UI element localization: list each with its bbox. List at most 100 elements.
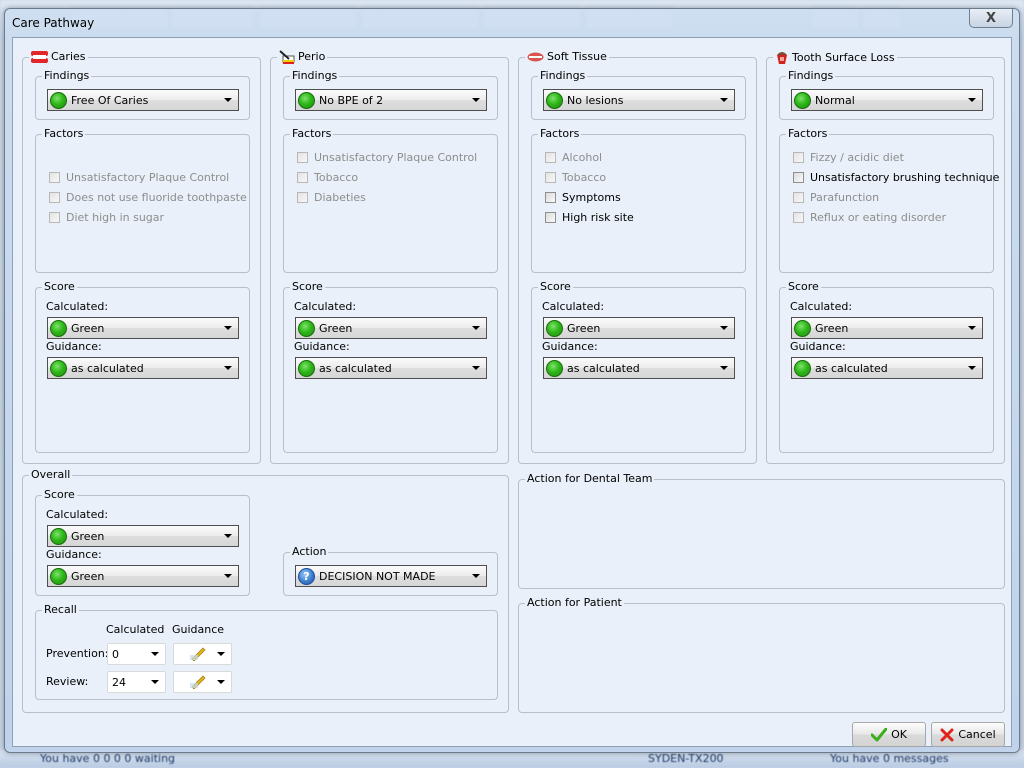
action-patient-group[interactable]: Action for Patient xyxy=(518,596,1005,713)
dropdown-value: Green xyxy=(71,529,105,543)
dialog-title: Care Pathway xyxy=(12,16,95,30)
status-waiting: You have 0 0 0 0 waiting xyxy=(40,752,176,765)
checkbox-box[interactable] xyxy=(793,172,804,183)
guidance-label: Guidance: xyxy=(294,340,350,353)
score-label: Score xyxy=(786,280,821,294)
action-dental-team-group[interactable]: Action for Dental Team xyxy=(518,472,1005,589)
overall-score-group: Score Calculated: Green Guidance: Green xyxy=(35,488,250,596)
prevention-guidance-dropdown[interactable] xyxy=(173,643,232,665)
soft-tissue-calculated-dropdown[interactable]: Green xyxy=(543,317,735,339)
overall-action-dropdown[interactable]: ? DECISION NOT MADE xyxy=(295,565,487,587)
soft-tissue-title: Soft Tissue xyxy=(547,50,607,63)
status-messages: You have 0 messages xyxy=(830,752,949,765)
perio-calculated-dropdown[interactable]: Green xyxy=(295,317,487,339)
factor-checkbox[interactable]: Reflux or eating disorder xyxy=(793,211,946,224)
calculated-label: Calculated: xyxy=(542,300,605,313)
pencil-icon xyxy=(178,647,217,661)
chevron-down-icon xyxy=(720,98,728,102)
green-status-icon xyxy=(298,359,315,377)
overall-section: Overall Score Calculated: Green Guidance… xyxy=(22,468,509,713)
overall-calculated-dropdown[interactable]: Green xyxy=(47,525,239,547)
review-calculated-dropdown[interactable]: 24 xyxy=(107,671,166,693)
factor-checkbox[interactable]: Fizzy / acidic diet xyxy=(793,151,904,164)
dropdown-value: as calculated xyxy=(319,361,392,375)
checkbox-box[interactable] xyxy=(49,212,60,223)
recall-group: Recall Calculated Guidance Prevention: 0… xyxy=(35,603,498,700)
checkbox-box[interactable] xyxy=(793,152,804,163)
tsl-calculated-dropdown[interactable]: Green xyxy=(791,317,983,339)
perio-factors-group: Factors Unsatisfactory Plaque Control To… xyxy=(283,127,498,273)
close-button[interactable]: X xyxy=(969,9,1013,28)
tsl-guidance-dropdown[interactable]: as calculated xyxy=(791,357,983,379)
chevron-down-icon xyxy=(224,326,232,330)
chevron-down-icon xyxy=(151,652,159,656)
caries-guidance-dropdown[interactable]: as calculated xyxy=(47,357,239,379)
tsl-findings-dropdown[interactable]: Normal xyxy=(791,89,983,111)
perio-findings-dropdown[interactable]: No BPE of 2 xyxy=(295,89,487,111)
checkbox-box[interactable] xyxy=(545,152,556,163)
caries-title: Caries xyxy=(51,50,86,63)
factors-label: Factors xyxy=(786,127,830,141)
review-guidance-dropdown[interactable] xyxy=(173,671,232,693)
green-status-icon xyxy=(794,319,811,337)
cancel-button[interactable]: Cancel xyxy=(931,722,1005,747)
chevron-down-icon xyxy=(472,98,480,102)
factor-checkbox[interactable]: Alcohol xyxy=(545,151,602,164)
dialog-titlebar[interactable]: Care Pathway X xyxy=(5,9,1019,37)
action-dental-team-text[interactable] xyxy=(523,490,1000,584)
cancel-x-icon xyxy=(940,728,954,741)
checkbox-box[interactable] xyxy=(793,212,804,223)
chevron-down-icon xyxy=(472,574,480,578)
soft-tissue-factors-group: Factors Alcohol Tobacco Symptoms High ri… xyxy=(531,127,746,273)
checkbox-box[interactable] xyxy=(793,192,804,203)
overall-guidance-dropdown[interactable]: Green xyxy=(47,565,239,587)
chevron-down-icon xyxy=(217,652,225,656)
factor-checkbox[interactable]: Unsatisfactory Plaque Control xyxy=(49,171,229,184)
guidance-label: Guidance: xyxy=(46,548,102,561)
ok-button[interactable]: OK xyxy=(852,722,926,747)
perio-guidance-dropdown[interactable]: as calculated xyxy=(295,357,487,379)
factor-checkbox[interactable]: Tobacco xyxy=(297,171,358,184)
checkbox-box[interactable] xyxy=(297,172,308,183)
factor-checkbox[interactable]: Tobacco xyxy=(545,171,606,184)
prevention-calculated-dropdown[interactable]: 0 xyxy=(107,643,166,665)
dropdown-value: Green xyxy=(567,321,601,335)
perio-section: Perio Findings No BPE of 2 Factors Unsat… xyxy=(270,50,509,464)
factors-label: Factors xyxy=(42,127,86,141)
dialog-client-area: Caries Findings Free Of Caries Factors U… xyxy=(12,37,1012,747)
factor-checkbox[interactable]: High risk site xyxy=(545,211,634,224)
chevron-down-icon xyxy=(968,366,976,370)
dropdown-value: as calculated xyxy=(815,361,888,375)
checkbox-box[interactable] xyxy=(545,192,556,203)
factor-checkbox[interactable]: Symptoms xyxy=(545,191,621,204)
checkbox-box[interactable] xyxy=(545,172,556,183)
checkbox-box[interactable] xyxy=(297,152,308,163)
score-label: Score xyxy=(42,488,77,502)
checkbox-box[interactable] xyxy=(545,212,556,223)
factor-checkbox[interactable]: Diet high in sugar xyxy=(49,211,164,224)
checkmark-icon xyxy=(871,727,888,741)
care-pathway-dialog: Care Pathway X Caries Findings Free Of C… xyxy=(4,8,1020,753)
chevron-down-icon xyxy=(472,366,480,370)
chevron-down-icon xyxy=(151,680,159,684)
checkbox-box[interactable] xyxy=(49,192,60,203)
action-patient-text[interactable] xyxy=(523,614,1000,708)
caries-calculated-dropdown[interactable]: Green xyxy=(47,317,239,339)
checkbox-box[interactable] xyxy=(297,192,308,203)
checkbox-label: High risk site xyxy=(562,211,634,224)
factor-checkbox[interactable]: Diabeties xyxy=(297,191,366,204)
factor-checkbox[interactable]: Unsatisfactory Plaque Control xyxy=(297,151,477,164)
worn-tooth-icon xyxy=(777,52,787,64)
calculated-label: Calculated: xyxy=(790,300,853,313)
status-machine: SYDEN-TX200 xyxy=(648,752,724,765)
dropdown-value: as calculated xyxy=(567,361,640,375)
factors-label: Factors xyxy=(290,127,334,141)
factor-checkbox[interactable]: Does not use fluoride toothpaste xyxy=(49,191,247,204)
caries-findings-dropdown[interactable]: Free Of Caries xyxy=(47,89,239,111)
factor-checkbox[interactable]: Unsatisfactory brushing technique xyxy=(793,171,999,184)
checkbox-label: Unsatisfactory brushing technique xyxy=(810,171,1000,184)
checkbox-box[interactable] xyxy=(49,172,60,183)
soft-tissue-guidance-dropdown[interactable]: as calculated xyxy=(543,357,735,379)
factor-checkbox[interactable]: Parafunction xyxy=(793,191,879,204)
soft-tissue-findings-dropdown[interactable]: No lesions xyxy=(543,89,735,111)
